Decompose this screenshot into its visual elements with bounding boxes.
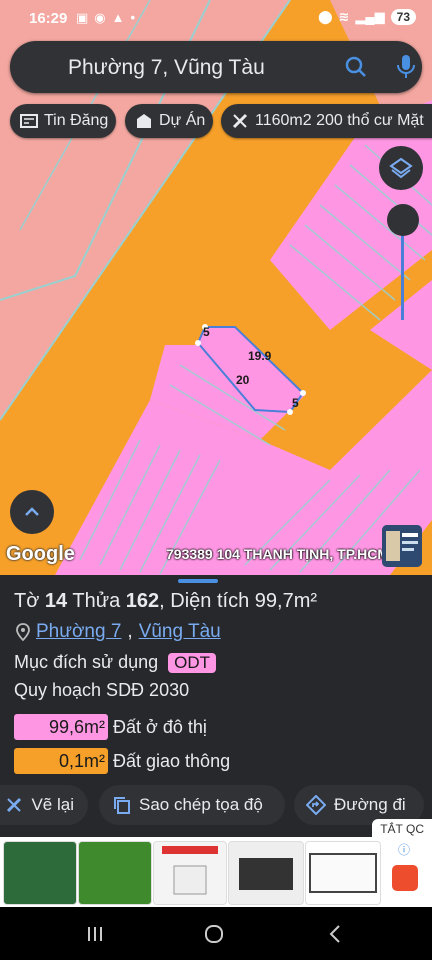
layers-icon bbox=[389, 157, 413, 179]
listing-thumbnail[interactable] bbox=[382, 525, 422, 567]
wifi-icon: ≋ bbox=[338, 9, 350, 24]
signal-icon: ▂▄▆ bbox=[355, 9, 385, 24]
ad-product-printer-drum[interactable] bbox=[228, 841, 304, 905]
ruler-icon bbox=[7, 797, 22, 813]
residential-area-label: Đất ở đô thị bbox=[113, 716, 207, 737]
layers-button[interactable] bbox=[379, 146, 423, 190]
notification-icons: ▣ ◉ ▲ • bbox=[76, 10, 135, 26]
opacity-slider-handle[interactable] bbox=[387, 204, 419, 236]
chip-listing[interactable]: 1160m2 200 thổ cư Mặt bbox=[221, 104, 432, 138]
expand-up-button[interactable] bbox=[10, 490, 54, 534]
redraw-button[interactable]: Vẽ lại bbox=[0, 785, 88, 825]
microphone-icon[interactable] bbox=[395, 54, 417, 85]
traffic-area-value: 0,1m² bbox=[14, 748, 108, 774]
dot-icon: • bbox=[130, 10, 136, 25]
search-bar[interactable]: Phường 7, Vũng Tàu bbox=[10, 41, 422, 93]
chip-news[interactable]: Tin Đăng bbox=[10, 104, 116, 138]
copy-coordinates-button[interactable]: Sao chép tọa độ bbox=[99, 785, 285, 825]
search-query[interactable]: Phường 7, Vũng Tàu bbox=[68, 56, 265, 80]
purpose-label: Mục đích sử dụng bbox=[14, 652, 159, 672]
area-label: Diện tích bbox=[170, 590, 250, 612]
building-icon bbox=[137, 114, 151, 128]
chip-projects[interactable]: Dự Án bbox=[125, 104, 213, 138]
residential-area-value: 99,6m² bbox=[14, 714, 108, 740]
google-watermark: Google bbox=[6, 543, 75, 565]
ruler-icon bbox=[232, 113, 248, 129]
address-overlay: 793389 104 THANH TỊNH, TP.HCM bbox=[166, 546, 384, 562]
parcel-edge-label-top: 5 bbox=[203, 325, 210, 339]
ad-info-icon[interactable]: ⓘ bbox=[398, 841, 410, 858]
location-icon: ⬤ bbox=[317, 9, 333, 24]
sheet-label: Tờ bbox=[14, 590, 40, 612]
sheet-drag-handle[interactable] bbox=[178, 579, 218, 583]
battery-indicator: 73 bbox=[390, 9, 416, 25]
messenger-icon: ◉ bbox=[94, 10, 106, 25]
directions-label: Đường đi bbox=[334, 795, 406, 814]
ward-link[interactable]: Phường 7 bbox=[36, 621, 121, 643]
newspaper-icon bbox=[20, 114, 38, 128]
purpose-row: Mục đích sử dụng ODT bbox=[14, 652, 217, 673]
search-icon[interactable] bbox=[344, 55, 368, 84]
plot-number: 162 bbox=[125, 590, 160, 612]
chip-projects-label: Dự Án bbox=[159, 112, 206, 129]
back-icon[interactable] bbox=[328, 924, 342, 944]
parcel-info-sheet[interactable]: Tờ 14 Thửa 162, Diện tích 99,7m² Phường … bbox=[0, 575, 432, 837]
location-pin-icon bbox=[16, 623, 30, 641]
redraw-label: Vẽ lại bbox=[31, 795, 74, 814]
ad-banner[interactable]: TẮT QC ⓘ bbox=[0, 819, 432, 907]
ad-product-laptop-screen[interactable] bbox=[305, 841, 381, 905]
plot-label: Thửa bbox=[72, 590, 121, 612]
parcel-edge-label-long-bottom: 20 bbox=[236, 373, 250, 387]
copy-coordinates-label: Sao chép tọa độ bbox=[139, 795, 263, 814]
home-icon[interactable] bbox=[204, 924, 224, 944]
directions-icon bbox=[306, 795, 326, 815]
parcel-edge-label-right: 5 bbox=[292, 396, 299, 410]
ad-product-circuit-board[interactable] bbox=[3, 841, 77, 905]
planning-label: Quy hoạch SDĐ 2030 bbox=[14, 680, 190, 700]
copy-icon bbox=[114, 797, 130, 814]
shopee-logo-icon[interactable] bbox=[392, 865, 418, 891]
map-view[interactable]: 5 19.9 20 5 16:29 ▣ ◉ ▲ • ⬤ ≋ ▂▄▆ 73 Phư… bbox=[0, 0, 432, 575]
sheet-number: 14 bbox=[44, 590, 68, 612]
system-nav-bar bbox=[0, 907, 432, 960]
chevron-up-icon bbox=[25, 507, 39, 516]
purpose-code-badge: ODT bbox=[168, 652, 217, 673]
location-row: Phường 7, Vũng Tàu bbox=[16, 621, 221, 643]
chip-news-label: Tin Đăng bbox=[44, 112, 109, 129]
system-icons: ⬤ ≋ ▂▄▆ 73 bbox=[318, 9, 416, 25]
area-value: 99,7m² bbox=[254, 590, 318, 612]
parcel-title: Tờ 14 Thửa 162, Diện tích 99,7m² bbox=[14, 590, 318, 612]
photo-icon: ▣ bbox=[76, 10, 89, 25]
traffic-area-label: Đất giao thông bbox=[113, 750, 231, 771]
close-ad-button[interactable]: TẮT QC bbox=[372, 819, 432, 839]
city-link[interactable]: Vũng Tàu bbox=[139, 621, 221, 643]
status-time: 16:29 bbox=[29, 10, 68, 27]
ad-product-label-tape[interactable] bbox=[153, 841, 227, 905]
parcel-edge-label-long-top: 19.9 bbox=[248, 349, 272, 363]
area-row-residential: 99,6m² Đất ở đô thị bbox=[14, 714, 207, 740]
location-separator: , bbox=[127, 621, 133, 642]
app-icon: ▲ bbox=[111, 10, 125, 25]
chip-listing-label: 1160m2 200 thổ cư Mặt bbox=[255, 112, 424, 129]
area-row-traffic: 0,1m² Đất giao thông bbox=[14, 748, 230, 774]
ad-product-grass[interactable] bbox=[78, 841, 152, 905]
opacity-slider-track[interactable] bbox=[401, 224, 404, 320]
status-bar: 16:29 ▣ ◉ ▲ • ⬤ ≋ ▂▄▆ 73 bbox=[0, 0, 432, 36]
recent-apps-icon[interactable] bbox=[86, 925, 104, 943]
